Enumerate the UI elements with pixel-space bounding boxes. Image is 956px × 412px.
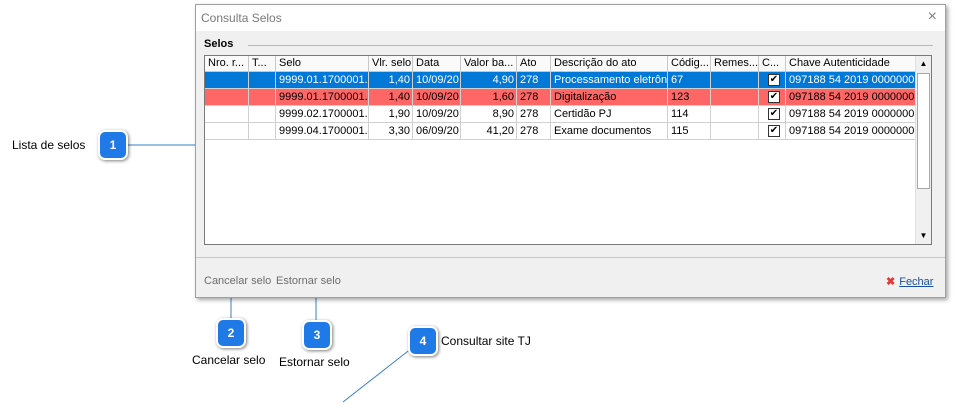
- cell-vlr-selo: 1,90: [369, 106, 413, 123]
- cell-ato: 278: [517, 72, 551, 89]
- cell-valor-base: 1,60: [461, 89, 517, 106]
- group-label-selos: Selos: [204, 38, 234, 50]
- callout-2-badge: 2: [216, 318, 246, 348]
- cell-nro: [205, 106, 249, 123]
- column-header-codigo[interactable]: Códig...: [668, 56, 711, 72]
- checkbox[interactable]: ✔: [768, 108, 780, 121]
- footer-divider: [196, 257, 945, 258]
- callout-1-badge: 1: [98, 130, 128, 160]
- close-icon[interactable]: ×: [928, 8, 937, 26]
- cell-vlr-selo: 1,40: [369, 89, 413, 106]
- cell-t: [249, 89, 276, 106]
- cell-descricao: Digitalização: [551, 89, 668, 106]
- column-header-remessa[interactable]: Remes...: [711, 56, 759, 72]
- cell-checkbox: ✔: [759, 123, 786, 140]
- cell-t: [249, 72, 276, 89]
- checkbox[interactable]: ✔: [768, 125, 780, 138]
- cell-codigo: 123: [668, 89, 711, 106]
- cell-data: 10/09/20: [413, 89, 461, 106]
- fechar-label: Fechar: [899, 276, 934, 288]
- scroll-thumb[interactable]: [917, 73, 930, 189]
- estornar-selo-button[interactable]: Estornar selo: [276, 275, 341, 287]
- cell-nro: [205, 123, 249, 140]
- column-header-descricao[interactable]: Descrição do ato: [551, 56, 668, 72]
- callout-line-4: [342, 347, 413, 403]
- callout-3-text: Estornar selo: [279, 355, 350, 369]
- cell-descricao: Processamento eletrônico: [551, 72, 668, 89]
- cell-checkbox: ✔: [759, 106, 786, 123]
- title-bar: Consulta Selos ×: [196, 5, 945, 31]
- column-header-ato[interactable]: Ato: [517, 56, 551, 72]
- cell-valor-base: 4,90: [461, 72, 517, 89]
- cancelar-selo-button[interactable]: Cancelar selo: [204, 275, 271, 287]
- cell-ato: 278: [517, 89, 551, 106]
- column-header-selo[interactable]: Selo: [276, 56, 369, 72]
- column-header-data[interactable]: Data: [413, 56, 461, 72]
- column-header-t[interactable]: T...: [249, 56, 276, 72]
- cell-valor-base: 8,90: [461, 106, 517, 123]
- callout-1-text: Lista de selos: [12, 138, 86, 152]
- selos-grid[interactable]: Nro. r... T... Selo Vlr. selo Data Valor…: [204, 55, 932, 245]
- cell-nro: [205, 89, 249, 106]
- cell-vlr-selo: 1,40: [369, 72, 413, 89]
- cell-codigo: 114: [668, 106, 711, 123]
- cell-remessa: [711, 106, 759, 123]
- cell-ato: 278: [517, 123, 551, 140]
- cell-selo: 9999.01.1700001.0: [276, 72, 369, 89]
- dialog-title: Consulta Selos: [201, 11, 282, 25]
- column-header-chave[interactable]: Chave Autenticidade: [786, 56, 916, 72]
- column-header-vlr-selo[interactable]: Vlr. selo: [369, 56, 413, 72]
- table-row[interactable]: 9999.01.1700001.0 1,40 10/09/20 1,60 278…: [205, 89, 916, 106]
- cell-vlr-selo: 3,30: [369, 123, 413, 140]
- cell-descricao: Certidão PJ: [551, 106, 668, 123]
- cell-chave: 097188 54 2019 000000051: [786, 106, 916, 123]
- callout-4-badge: 4: [408, 326, 438, 356]
- fechar-button[interactable]: ✖ Fechar: [886, 275, 933, 288]
- cell-codigo: 67: [668, 72, 711, 89]
- cell-data: 10/09/20: [413, 72, 461, 89]
- scroll-up-icon[interactable]: ▲: [916, 56, 931, 72]
- callout-4-text: Consultar site TJ: [441, 334, 531, 348]
- cell-chave: 097188 54 2019 000000051: [786, 72, 916, 89]
- table-row[interactable]: 9999.02.1700001.0 1,90 10/09/20 8,90 278…: [205, 106, 916, 123]
- cell-checkbox: ✔: [759, 72, 786, 89]
- cell-nro: [205, 72, 249, 89]
- cell-descricao: Exame documentos: [551, 123, 668, 140]
- cell-ato: 278: [517, 106, 551, 123]
- cell-remessa: [711, 89, 759, 106]
- cell-checkbox: ✔: [759, 89, 786, 106]
- cell-t: [249, 106, 276, 123]
- cell-selo: 9999.01.1700001.0: [276, 89, 369, 106]
- column-header-valor-base[interactable]: Valor ba...: [461, 56, 517, 72]
- consulta-selos-dialog: Consulta Selos × Selos Nro. r... T... Se…: [195, 4, 946, 298]
- grid-header: Nro. r... T... Selo Vlr. selo Data Valor…: [205, 56, 916, 72]
- callout-2-text: Cancelar selo: [192, 353, 266, 367]
- cell-chave: 097188 54 2019 000000051: [786, 89, 916, 106]
- scroll-down-icon[interactable]: ▼: [916, 228, 931, 244]
- checkbox[interactable]: ✔: [768, 74, 780, 87]
- checkbox[interactable]: ✔: [768, 91, 780, 104]
- close-icon: ✖: [886, 276, 896, 288]
- cell-remessa: [711, 123, 759, 140]
- cell-selo: 9999.02.1700001.0: [276, 106, 369, 123]
- cell-selo: 9999.04.1700001.0: [276, 123, 369, 140]
- vertical-scrollbar[interactable]: ▲ ▼: [915, 56, 931, 244]
- table-row[interactable]: 9999.04.1700001.0 3,30 06/09/20 41,20 27…: [205, 123, 916, 140]
- group-divider: [248, 45, 933, 46]
- cell-codigo: 115: [668, 123, 711, 140]
- callout-3-badge: 3: [302, 320, 332, 350]
- cell-data: 06/09/20: [413, 123, 461, 140]
- cell-valor-base: 41,20: [461, 123, 517, 140]
- cell-chave: 097188 54 2019 000000051: [786, 123, 916, 140]
- cell-data: 10/09/20: [413, 106, 461, 123]
- column-header-c[interactable]: C...: [759, 56, 786, 72]
- cell-t: [249, 123, 276, 140]
- column-header-nro[interactable]: Nro. r...: [205, 56, 249, 72]
- table-row[interactable]: 9999.01.1700001.0 1,40 10/09/20 4,90 278…: [205, 72, 916, 89]
- cell-remessa: [711, 72, 759, 89]
